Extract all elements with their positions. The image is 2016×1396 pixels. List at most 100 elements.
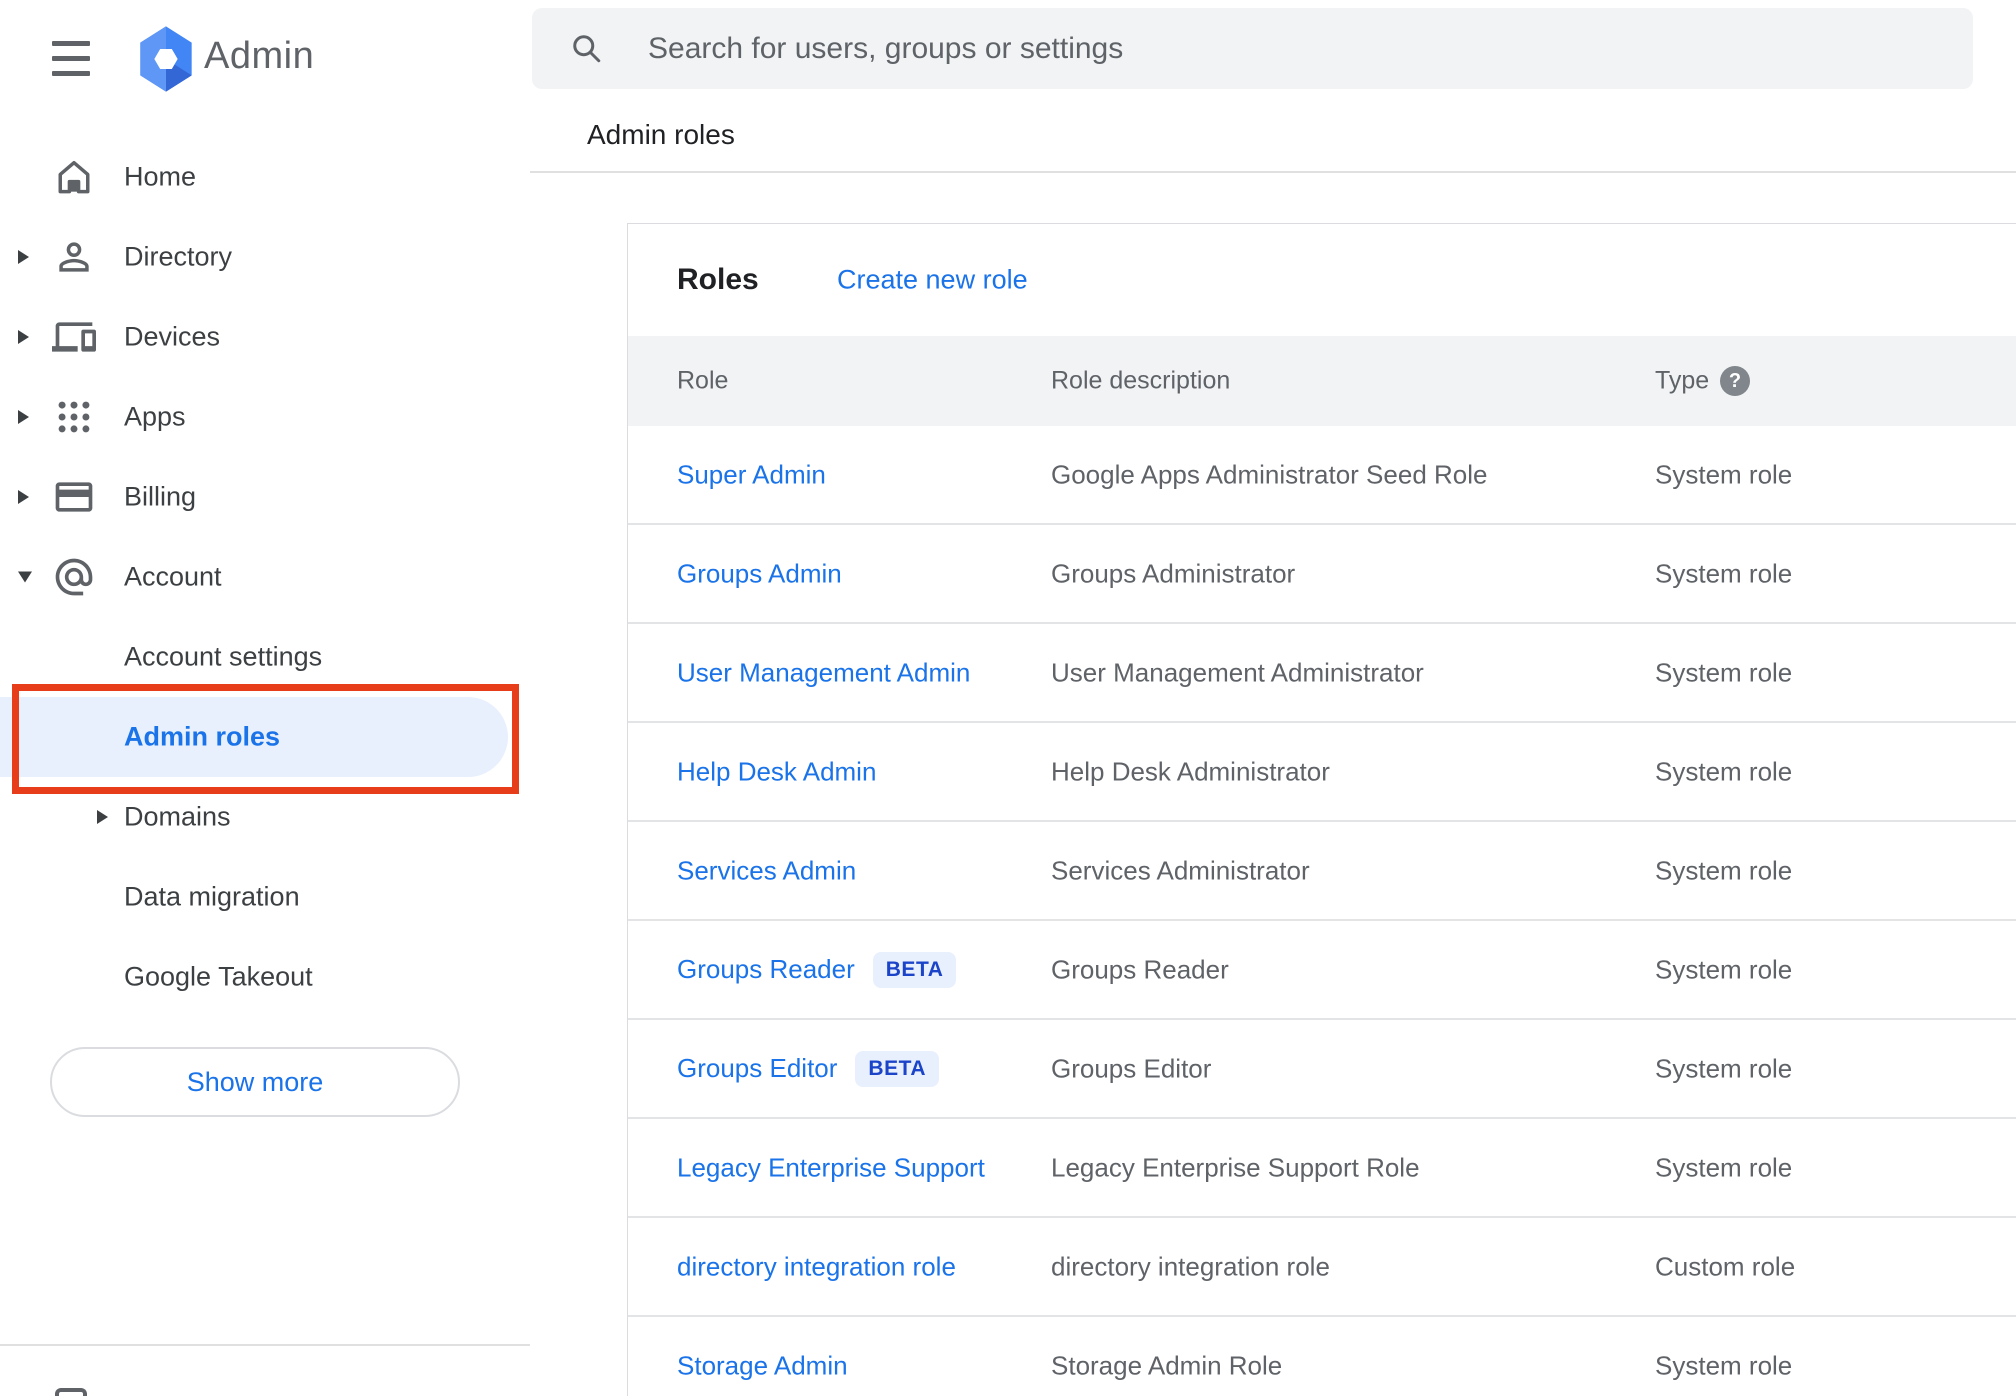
role-type: System role [1655,459,1793,489]
sidebar-item-label: Google Takeout [124,961,313,992]
product-name: Admin [204,35,315,77]
credit-card-icon [52,475,96,519]
role-link[interactable]: Storage Admin [677,1350,848,1380]
sidebar: Admin Home Directory Devices Apps Billin… [0,0,530,1396]
chevron-right-icon[interactable] [18,330,29,344]
role-description: Groups Administrator [1051,558,1296,588]
sidebar-item-label: Home [124,161,197,192]
sidebar-bottom-divider [0,1344,530,1346]
beta-badge: BETA [872,951,957,988]
search-bar[interactable]: Search for users, groups or settings [532,8,1973,89]
role-description: Services Administrator [1051,855,1310,885]
sidebar-item-label: Directory [124,241,233,272]
brand-row: Admin [0,0,530,118]
sidebar-item-label: Domains [124,801,231,832]
role-description: directory integration role [1051,1251,1330,1281]
role-type: System role [1655,1350,1793,1380]
chevron-right-icon[interactable] [18,490,29,504]
clipped-bottom-icon [55,1388,87,1396]
table-row: directory integration role directory int… [628,1218,2016,1317]
sidebar-item-label: Devices [124,321,221,352]
help-icon[interactable]: ? [1720,366,1750,396]
header-divider [530,171,2016,173]
role-link[interactable]: directory integration role [677,1251,956,1281]
admin-console: Admin Home Directory Devices Apps Billin… [0,0,2016,1396]
role-link[interactable]: Groups Admin [677,558,842,588]
role-description: Legacy Enterprise Support Role [1051,1152,1420,1182]
role-description: Groups Reader [1051,954,1229,984]
table-row: Help Desk Admin Help Desk Administrator … [628,723,2016,822]
table-header-row: Role Role description Type ? [628,336,2016,426]
chevron-right-icon[interactable] [18,250,29,264]
role-description: Help Desk Administrator [1051,756,1330,786]
sidebar-item-domains[interactable]: Domains [0,777,530,857]
sidebar-item-label: Data migration [124,881,300,912]
role-type: System role [1655,1053,1793,1083]
table-row: Groups Admin Groups Administrator System… [628,525,2016,624]
show-more-button[interactable]: Show more [50,1047,460,1117]
sidebar-item-admin-roles[interactable]: Admin roles [0,697,530,777]
role-type: System role [1655,1152,1793,1182]
role-type: System role [1655,657,1793,687]
table-row: Groups Reader BETA Groups Reader System r… [628,921,2016,1020]
table-row: Super Admin Google Apps Administrator Se… [628,426,2016,525]
column-header-description: Role description [1051,366,1231,395]
search-input[interactable]: Search for users, groups or settings [648,32,1123,66]
sidebar-item-account[interactable]: Account [0,537,530,617]
role-type: System role [1655,855,1793,885]
sidebar-item-home[interactable]: Home [0,137,530,217]
sidebar-item-label: Account settings [124,641,323,672]
roles-card-header: Roles Create new role [628,224,2016,336]
role-type: System role [1655,756,1793,786]
column-header-type: Type [1655,366,1710,395]
table-row: Storage Admin Storage Admin Role System … [628,1317,2016,1396]
chevron-right-icon[interactable] [97,810,108,824]
sidebar-item-label: Account [124,561,222,592]
role-type: System role [1655,954,1793,984]
chevron-down-icon[interactable] [18,571,32,583]
apps-grid-icon [52,395,96,439]
search-icon [573,35,601,63]
table-row: Groups Editor BETA Groups Editor System r… [628,1020,2016,1119]
role-link[interactable]: Help Desk Admin [677,756,876,786]
role-link[interactable]: Super Admin [677,459,826,489]
breadcrumb: Admin roles [587,119,735,150]
at-sign-icon [52,555,96,599]
table-row: User Management Admin User Management Ad… [628,624,2016,723]
table-body: Super Admin Google Apps Administrator Se… [628,426,2016,1396]
create-new-role-link[interactable]: Create new role [837,265,1028,296]
sidebar-item-devices[interactable]: Devices [0,297,530,377]
card-title: Roles [677,263,759,296]
sidebar-item-data-migration[interactable]: Data migration [0,857,530,937]
table-row: Legacy Enterprise Support Legacy Enterpr… [628,1119,2016,1218]
sidebar-item-label: Admin roles [124,721,281,752]
role-description: Google Apps Administrator Seed Role [1051,459,1488,489]
role-description: User Management Administrator [1051,657,1424,687]
role-description: Storage Admin Role [1051,1350,1283,1380]
role-type: System role [1655,558,1793,588]
role-link[interactable]: Services Admin [677,855,856,885]
sidebar-item-billing[interactable]: Billing [0,457,530,537]
column-header-role: Role [677,366,729,395]
role-description: Groups Editor [1051,1053,1212,1083]
sidebar-item-label: Apps [124,401,186,432]
devices-icon [52,315,96,359]
role-type: Custom role [1655,1251,1796,1281]
sidebar-nav: Home Directory Devices Apps Billing Acco… [0,137,530,1017]
home-icon [52,155,96,199]
role-link[interactable]: Groups Reader [677,954,855,984]
role-link[interactable]: Groups Editor [677,1053,837,1083]
role-link[interactable]: User Management Admin [677,657,970,687]
sidebar-item-apps[interactable]: Apps [0,377,530,457]
sidebar-item-account-settings[interactable]: Account settings [0,617,530,697]
sidebar-item-directory[interactable]: Directory [0,217,530,297]
sidebar-item-google-takeout[interactable]: Google Takeout [0,937,530,1017]
person-icon [52,235,96,279]
chevron-right-icon[interactable] [18,410,29,424]
table-row: Services Admin Services Administrator Sy… [628,822,2016,921]
roles-card: Roles Create new role Role Role descript… [627,223,2016,1396]
role-link[interactable]: Legacy Enterprise Support [677,1152,985,1182]
sidebar-item-label: Billing [124,481,197,512]
menu-icon[interactable] [52,41,90,76]
admin-logo-icon [140,26,192,92]
